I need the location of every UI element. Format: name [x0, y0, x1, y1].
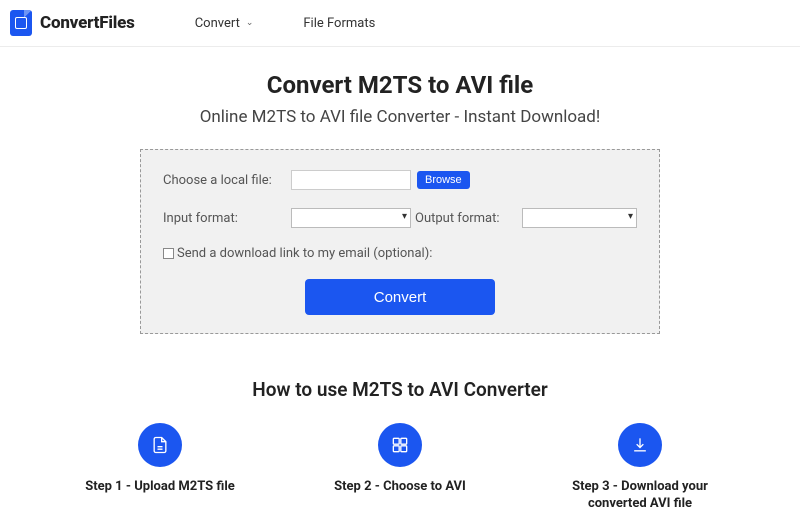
steps: Step 1 - Upload M2TS file Step 2 - Choos… — [0, 423, 800, 513]
convert-panel: Choose a local file: Browse Input format… — [140, 149, 660, 334]
row-email: Send a download link to my email (option… — [163, 246, 637, 261]
row-format: Input format: Output format: — [163, 208, 637, 228]
input-format-select[interactable] — [291, 208, 411, 228]
nav-file-formats[interactable]: File Formats — [303, 16, 375, 31]
file-input[interactable] — [291, 170, 411, 190]
step-1-label: Step 1 - Upload M2TS file — [75, 479, 245, 496]
input-format-label: Input format: — [163, 211, 291, 226]
choose-icon — [378, 423, 422, 467]
email-checkbox[interactable] — [163, 248, 174, 259]
output-format-label: Output format: — [415, 211, 500, 226]
step-3-label: Step 3 - Download your converted AVI fil… — [555, 479, 725, 513]
download-icon — [618, 423, 662, 467]
brand-name: ConvertFiles — [40, 13, 135, 33]
logo[interactable]: ConvertFiles — [10, 10, 135, 36]
step-2: Step 2 - Choose to AVI — [315, 423, 485, 513]
chevron-down-icon: ⌄ — [246, 18, 254, 28]
step-3: Step 3 - Download your converted AVI fil… — [555, 423, 725, 513]
nav-convert[interactable]: Convert ⌄ — [195, 16, 254, 31]
output-format-select[interactable] — [522, 208, 637, 228]
nav-convert-label: Convert — [195, 16, 240, 31]
step-1: Step 1 - Upload M2TS file — [75, 423, 245, 513]
howto-title: How to use M2TS to AVI Converter — [0, 378, 800, 401]
logo-icon — [10, 10, 32, 36]
choose-file-label: Choose a local file: — [163, 173, 291, 188]
nav: Convert ⌄ File Formats — [195, 16, 376, 31]
step-2-label: Step 2 - Choose to AVI — [315, 479, 485, 496]
header: ConvertFiles Convert ⌄ File Formats — [0, 0, 800, 47]
email-label: Send a download link to my email (option… — [177, 246, 432, 261]
page-subtitle: Online M2TS to AVI file Converter - Inst… — [0, 107, 800, 127]
row-file: Choose a local file: Browse — [163, 170, 637, 190]
nav-formats-label: File Formats — [303, 16, 375, 31]
upload-icon — [138, 423, 182, 467]
main: Convert M2TS to AVI file Online M2TS to … — [0, 47, 800, 513]
convert-button[interactable]: Convert — [305, 279, 495, 315]
page-title: Convert M2TS to AVI file — [0, 71, 800, 99]
browse-button[interactable]: Browse — [417, 171, 470, 189]
